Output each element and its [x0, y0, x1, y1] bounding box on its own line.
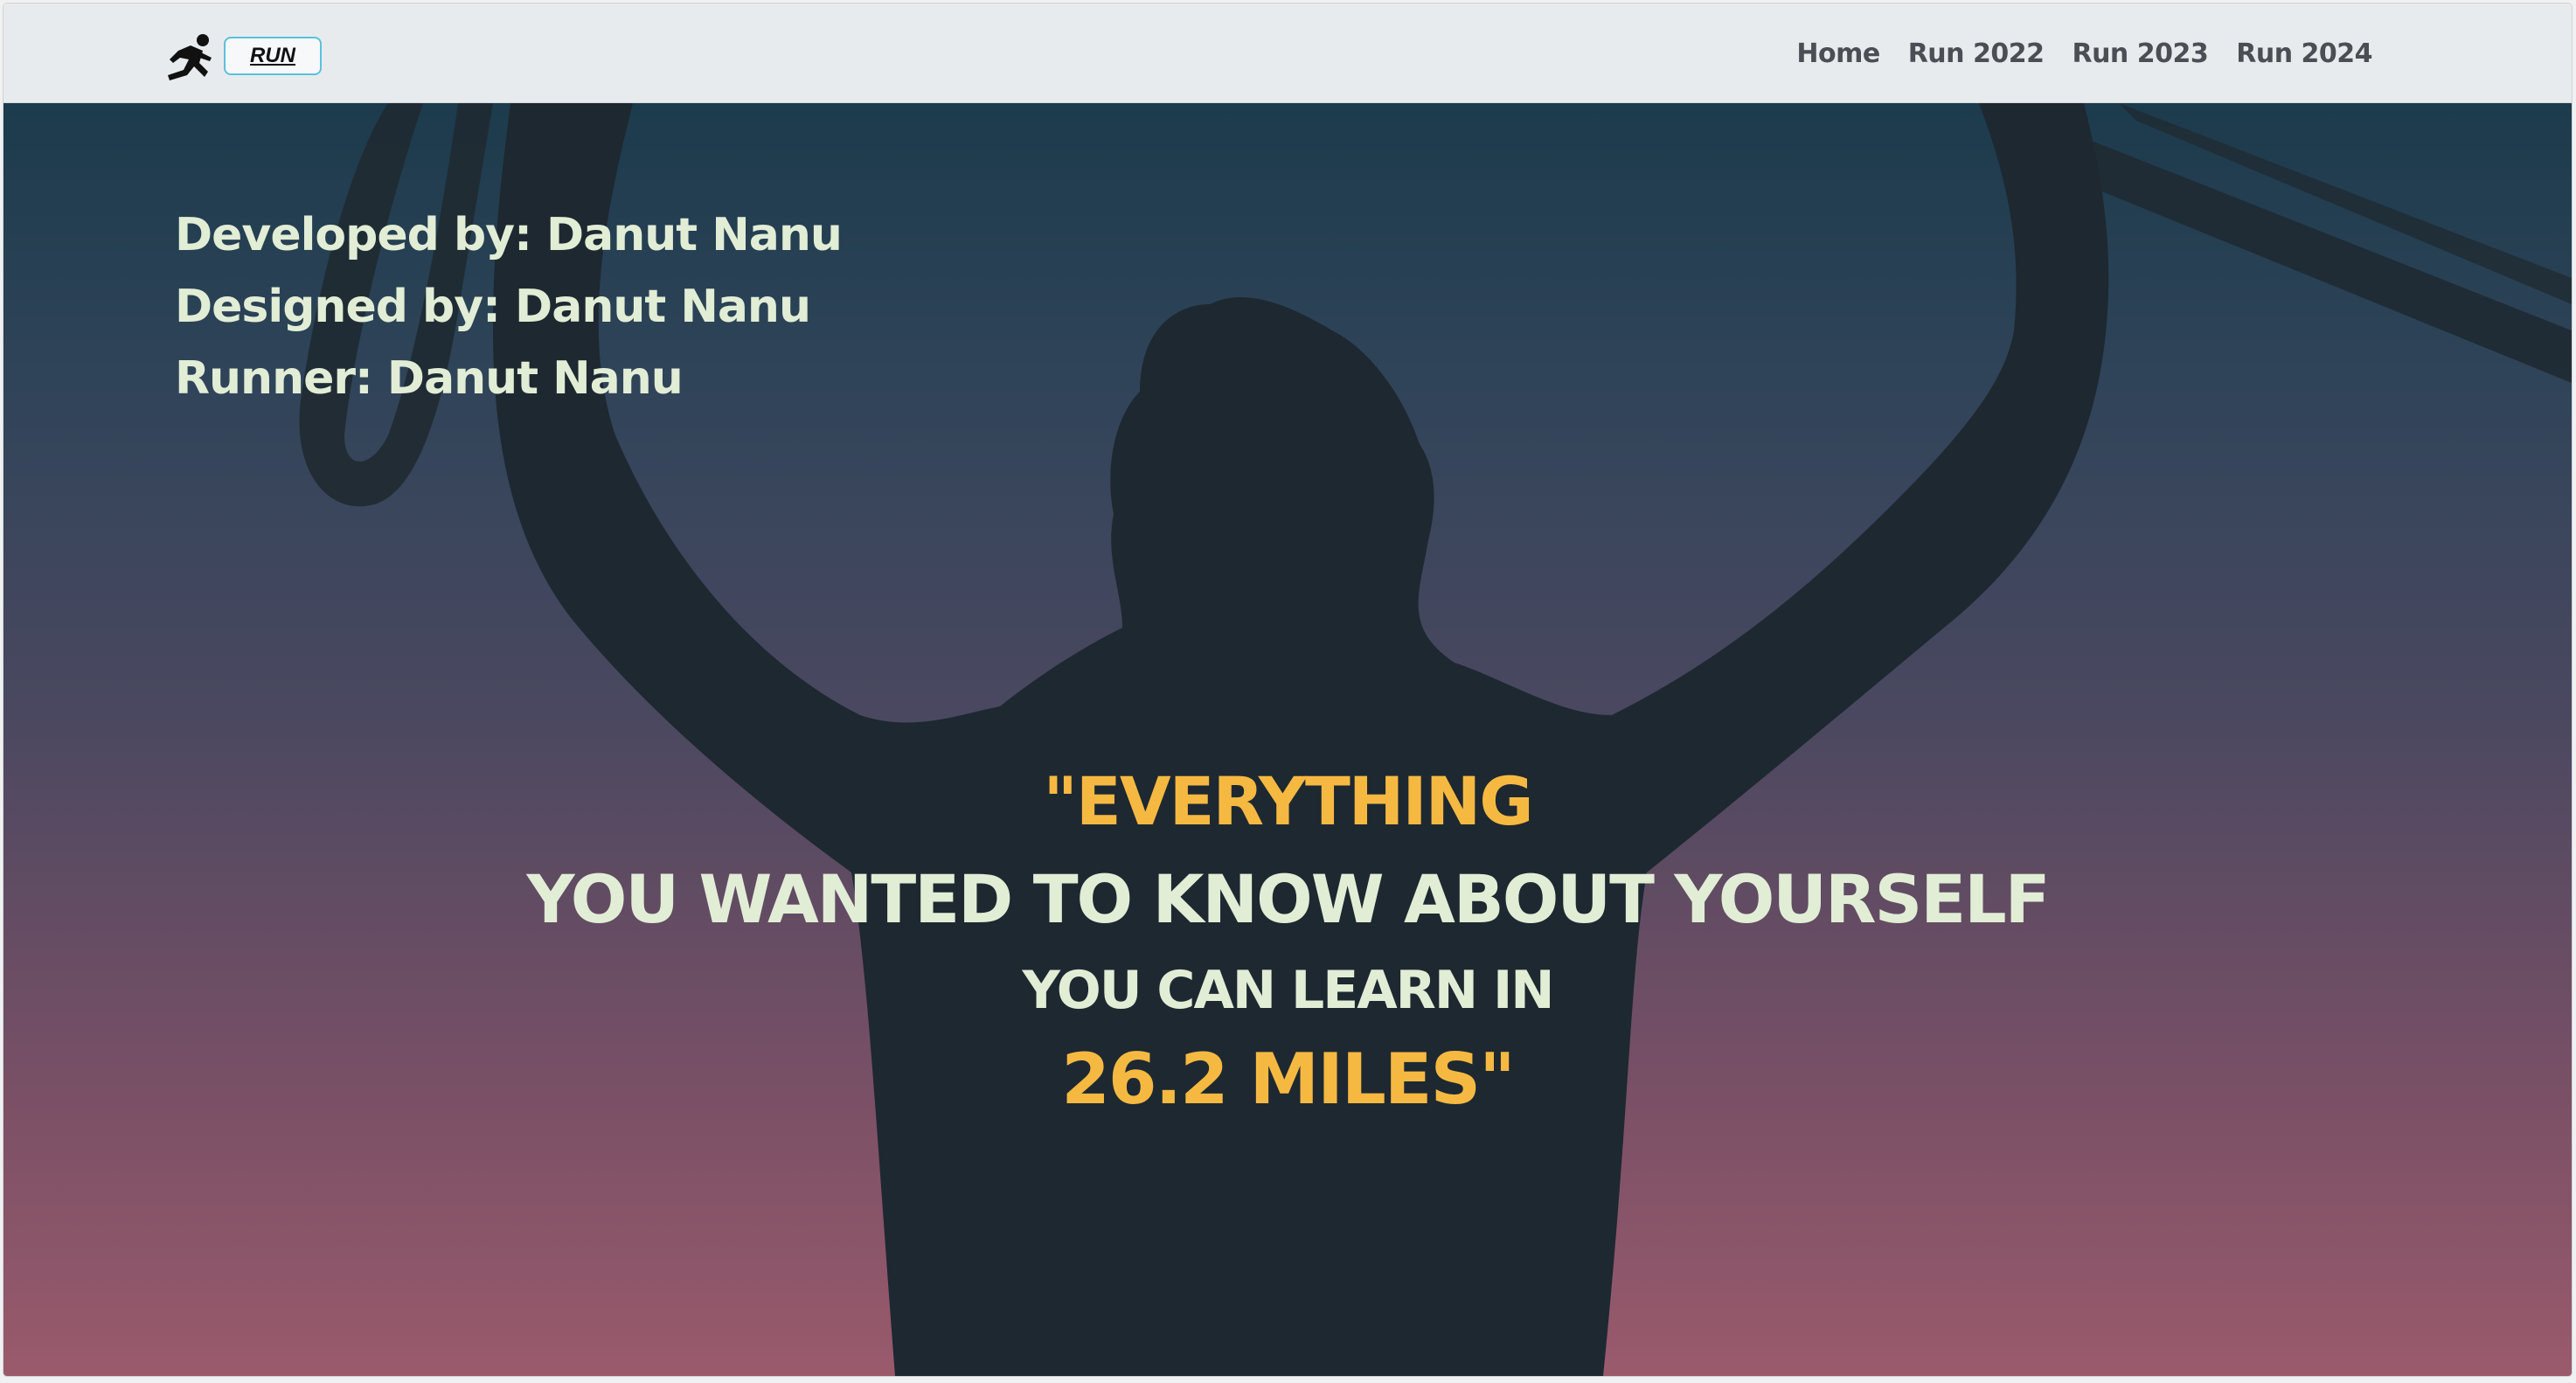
designer-credit: Designed by: Danut Nanu — [175, 281, 811, 333]
nav-link-run-2022[interactable]: Run 2022 — [1908, 38, 2045, 69]
quote-line-3: YOU CAN LEARN IN — [1022, 960, 1555, 1021]
quote-line-1: "EVERYTHING — [1043, 762, 1533, 840]
running-person-icon[interactable] — [164, 33, 217, 82]
hero-section: Developed by: Danut Nanu Designed by: Da… — [3, 103, 2572, 1376]
runner-credit: Runner: Danut Nanu — [175, 352, 684, 405]
credits-block: Developed by: Danut Nanu Designed by: Da… — [175, 199, 843, 414]
nav-link-home[interactable]: Home — [1796, 38, 1880, 69]
nav-link-run-2024[interactable]: Run 2024 — [2236, 38, 2372, 69]
browser-viewport: RUN Home Run 2022 Run 2023 Run 2024 Deve… — [3, 3, 2572, 1376]
developer-credit: Developed by: Danut Nanu — [175, 209, 843, 261]
quote-line-4: 26.2 MILES" — [1061, 1039, 1516, 1120]
quote-line-2: YOU WANTED TO KNOW ABOUT YOURSELF — [526, 860, 2050, 938]
navbar: RUN Home Run 2022 Run 2023 Run 2024 — [3, 3, 2572, 103]
nav-link-run-2023[interactable]: Run 2023 — [2072, 38, 2208, 69]
nav-links: Home Run 2022 Run 2023 Run 2024 — [1796, 3, 2372, 103]
brand-run-button[interactable]: RUN — [224, 37, 322, 75]
